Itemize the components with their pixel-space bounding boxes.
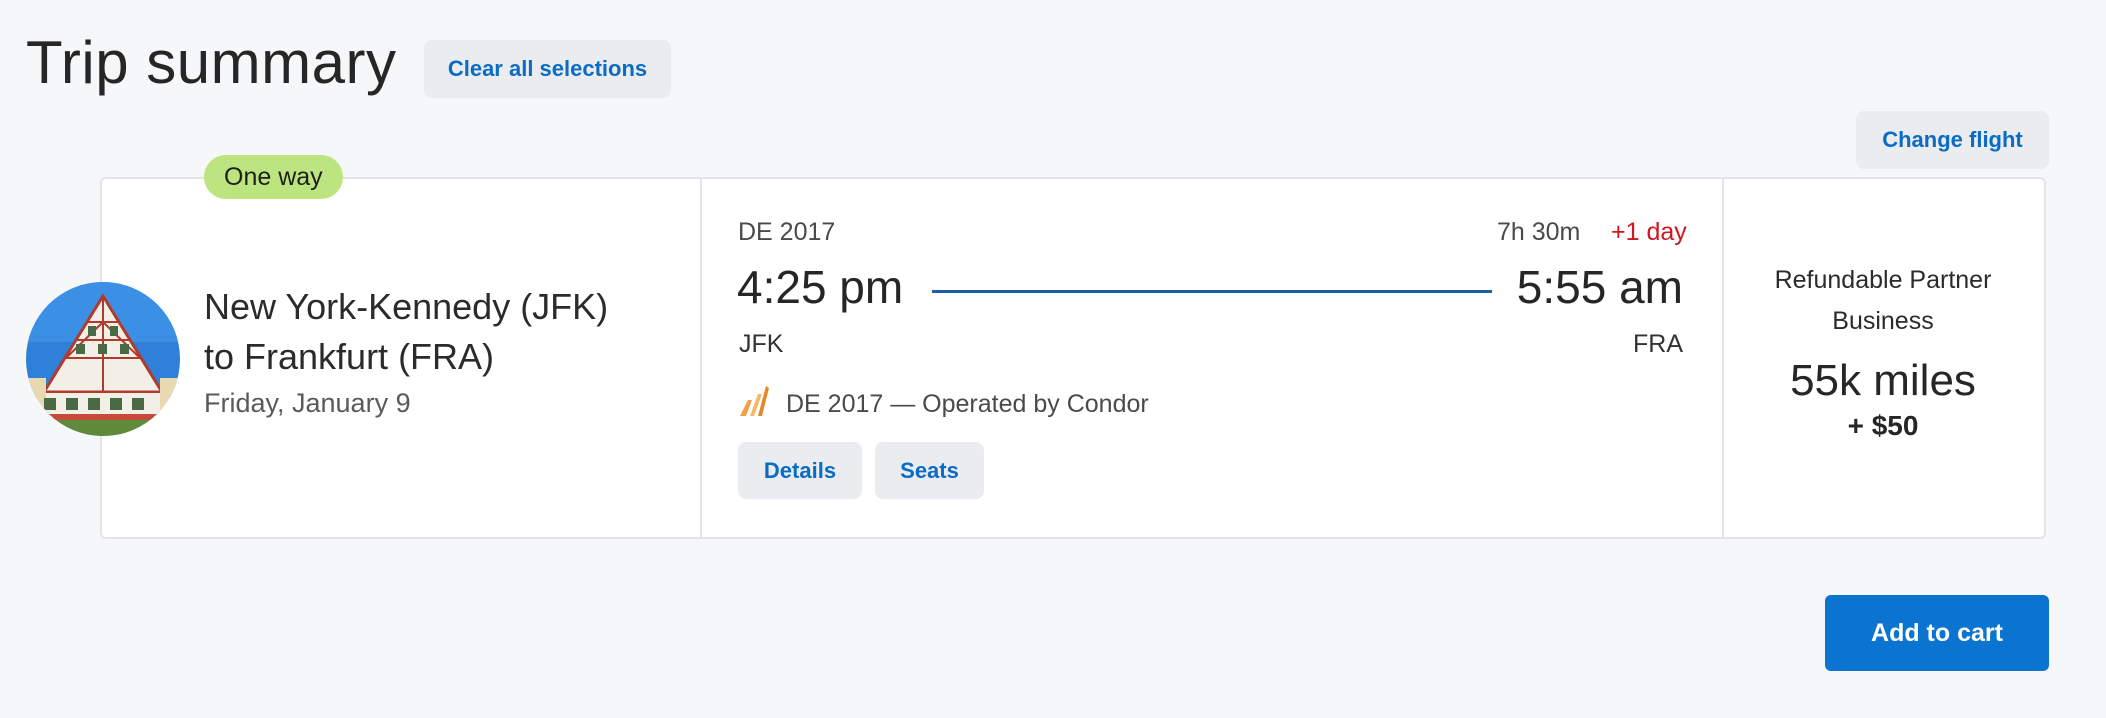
- fare-miles: 55k miles: [1790, 356, 1976, 405]
- destination-image: [26, 282, 180, 436]
- seats-button[interactable]: Seats: [875, 442, 984, 499]
- add-to-cart-button[interactable]: Add to cart: [1825, 595, 2049, 671]
- flight-path-line: [932, 290, 1492, 293]
- route-info: New York-Kennedy (JFK) to Frankfurt (FRA…: [204, 282, 664, 419]
- departure-time: 4:25 pm: [737, 261, 904, 313]
- flight-number: DE 2017: [738, 218, 836, 246]
- day-offset-indicator: +1 day: [1611, 218, 1687, 246]
- origin-airport-code: JFK: [739, 330, 784, 358]
- clear-all-selections-button[interactable]: Clear all selections: [424, 40, 671, 98]
- page-title: Trip summary: [26, 29, 397, 96]
- route-destination: to Frankfurt (FRA): [204, 336, 495, 377]
- trip-date: Friday, January 9: [204, 388, 411, 418]
- fare-name-line1: Refundable Partner: [1774, 266, 1992, 294]
- route-origin: New York-Kennedy (JFK): [204, 286, 609, 327]
- details-button[interactable]: Details: [738, 442, 862, 499]
- arrival-time: 5:55 am: [1516, 261, 1683, 313]
- change-flight-button[interactable]: Change flight: [1856, 111, 2049, 169]
- fare-info: Refundable Partner Business 55k miles + …: [1722, 260, 2044, 442]
- flight-duration: 7h 30m: [1497, 218, 1581, 246]
- operated-by: DE 2017 — Operated by Condor: [738, 384, 1149, 425]
- condor-logo-icon: [738, 384, 770, 425]
- operated-by-text: DE 2017 — Operated by Condor: [786, 390, 1149, 418]
- destination-airport-code: FRA: [1633, 330, 1683, 358]
- trip-type-badge: One way: [204, 155, 343, 199]
- fare-cash: + $50: [1847, 410, 1919, 441]
- card-divider: [700, 179, 702, 537]
- fare-name-line2: Business: [1832, 307, 1934, 335]
